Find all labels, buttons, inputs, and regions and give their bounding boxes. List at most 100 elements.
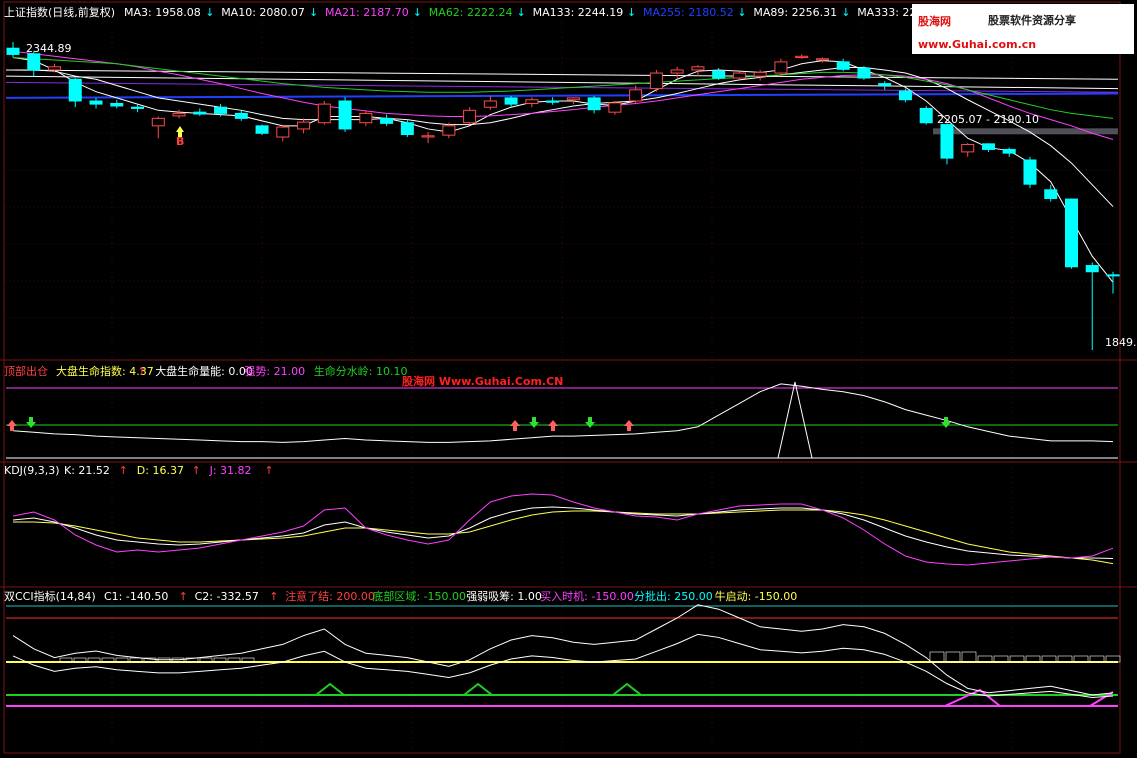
header-label: D: 16.37 — [137, 464, 184, 477]
header-label: MA21: 2187.70 — [325, 6, 409, 19]
trend-arrow-icon: ↑ — [119, 464, 128, 477]
candle-body — [670, 69, 684, 74]
candle-body — [981, 143, 995, 150]
center-watermark: 股海网 Www.Guhai.Com.CN — [402, 374, 563, 388]
trend-arrow-icon: ↑ — [179, 590, 188, 603]
candle-body — [380, 117, 394, 124]
candle-body — [649, 72, 663, 90]
candle-body — [1064, 198, 1078, 268]
header-label: 买入时机: -150.00 — [540, 589, 634, 603]
candle-body — [68, 78, 82, 102]
candle-body — [27, 53, 41, 71]
candle-body — [525, 99, 539, 104]
trend-arrow-icon: ↑ — [192, 464, 201, 477]
header-label: C2: -332.57 — [195, 590, 259, 603]
price-header: 上证指数(日线,前复权) MA3: 1958.08 ↓ MA10: 2080.07 ↓… — [4, 5, 961, 19]
header-label: MA10: 2080.07 — [221, 6, 305, 19]
candle-body — [629, 89, 643, 102]
trend-arrow-icon: ↓ — [627, 6, 636, 19]
header-label: K: 21.52 — [64, 464, 110, 477]
candle-body — [919, 107, 933, 124]
candle-body — [1106, 274, 1120, 277]
header-label: 大盘生命量能: 0.00 — [155, 364, 253, 378]
candle-body — [317, 103, 331, 124]
trend-arrow-icon: ↓ — [309, 6, 318, 19]
trend-arrow-icon: ↓ — [517, 6, 526, 19]
trend-arrow-icon: ↓ — [737, 6, 746, 19]
chart-stage: 上证指数(日线,前复权) MA3: 1958.08 ↓ MA10: 2080.07 ↓… — [0, 0, 1137, 755]
b-signal-label: B — [176, 135, 184, 148]
candle-body — [546, 100, 560, 103]
candle-body — [483, 100, 497, 108]
trend-arrow-icon: ↓ — [841, 6, 850, 19]
header-label: 分批出: 250.00 — [634, 589, 713, 603]
candle-body — [442, 125, 456, 136]
zone-label: 2205.07 - 2190.10 — [937, 113, 1039, 126]
candle-body — [732, 72, 746, 79]
header-label: 底部区域: -150.00 — [372, 589, 466, 603]
candle-body — [566, 97, 580, 101]
candle-body — [463, 109, 477, 124]
candle-body — [753, 71, 767, 77]
logo-watermark: 股海网 股票软件资源分享 www.Guhai.com.cn — [912, 4, 1134, 54]
candle-body — [857, 67, 871, 79]
candle-body — [48, 66, 62, 71]
candle-body — [587, 97, 601, 111]
logo-text: 股海网 — [918, 14, 951, 28]
candle-body — [1023, 159, 1037, 185]
candle-body — [89, 100, 103, 105]
candle-body — [421, 135, 435, 138]
high-label: 2344.89 — [26, 42, 72, 55]
header-label: 注意了结: 200.00 — [285, 589, 375, 603]
candle-body — [193, 111, 207, 115]
candle-body — [234, 112, 248, 119]
logo-url: www.Guhai.com.cn — [918, 38, 1036, 51]
candle-body — [400, 122, 414, 136]
trend-arrow-icon: ↓ — [205, 6, 214, 19]
candle-body — [255, 125, 269, 134]
candle-body — [297, 121, 311, 130]
trend-arrow-icon: ↑ — [137, 365, 146, 378]
candle-body — [151, 117, 165, 127]
candle-body — [795, 55, 809, 59]
header-label: J: 31.82 — [209, 464, 252, 477]
header-label: 牛启动: -150.00 — [715, 589, 798, 603]
logo-subtitle: 股票软件资源分享 — [988, 13, 1076, 27]
candle-body — [131, 106, 145, 109]
kdj-title: KDJ(9,3,3) — [4, 464, 60, 477]
header-label: MA89: 2256.31 — [753, 6, 837, 19]
candle-body — [815, 58, 829, 61]
candle-body — [504, 97, 518, 105]
candle-body — [110, 102, 124, 107]
candle-body — [359, 112, 373, 124]
center-watermark-text: 股海网 Www.Guhai.Com.CN — [402, 374, 563, 388]
candle-body — [898, 90, 912, 101]
cci-title: 双CCI指标(14,84) — [4, 589, 96, 603]
candle-body — [836, 61, 850, 70]
life-header: 顶部出仓 大盘生命指数: 4.37↑ 大盘生命量能: 0.00强势: 21.00 生… — [4, 364, 408, 378]
header-label: 强弱吸筹: 1.00 — [466, 589, 542, 603]
header-label: MA3: 1958.08 — [124, 6, 201, 19]
candle-body — [712, 70, 726, 79]
candle-body — [1085, 265, 1099, 273]
candle-body — [774, 61, 788, 74]
candle-body — [961, 143, 975, 153]
price-title: 上证指数(日线,前复权) — [4, 5, 115, 19]
candle-body — [691, 66, 705, 71]
header-label: 强势: 21.00 — [244, 365, 305, 378]
candle-body — [878, 83, 892, 86]
candle-body — [172, 112, 186, 117]
candle-body — [608, 102, 622, 113]
header-label: 生命分水岭: 10.10 — [314, 364, 408, 378]
trend-arrow-icon: ↓ — [413, 6, 422, 19]
candle-body — [940, 124, 954, 159]
candle-body — [276, 126, 290, 138]
candle-body — [1002, 148, 1016, 154]
header-label: MA62: 2222.24 — [429, 6, 513, 19]
trend-arrow-icon: ↑ — [264, 464, 273, 477]
header-label: MA255: 2180.52 — [643, 6, 734, 19]
header-label: C1: -140.50 — [104, 590, 168, 603]
candle-body — [1044, 189, 1058, 199]
trend-arrow-icon: ↑ — [269, 590, 278, 603]
life-title: 顶部出仓 — [4, 364, 48, 378]
